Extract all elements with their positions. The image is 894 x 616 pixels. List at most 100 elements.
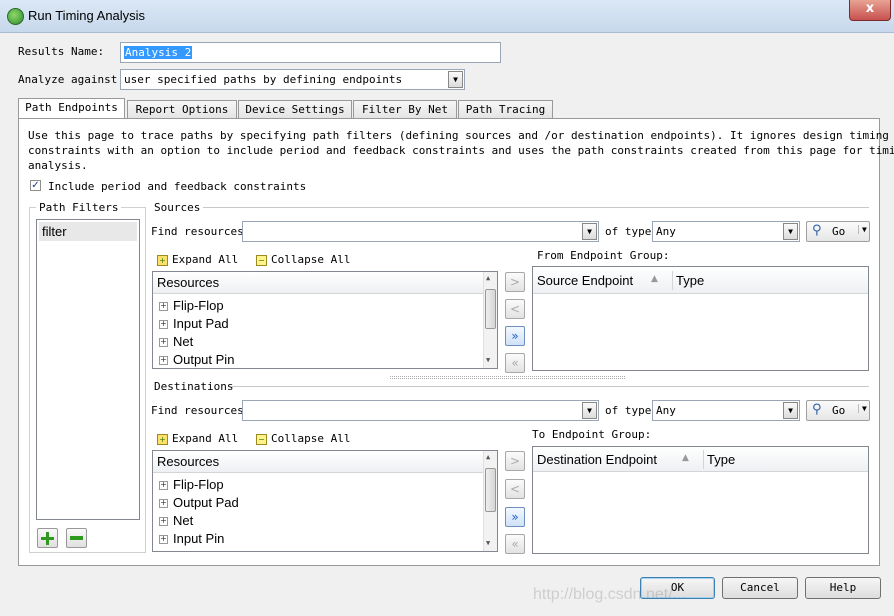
path-filters-list[interactable]: filter xyxy=(36,219,140,520)
include-constraints-checkbox[interactable]: ✓ xyxy=(30,180,41,191)
expand-icon[interactable]: + xyxy=(159,338,168,348)
chevron-down-icon[interactable]: ▼ xyxy=(858,225,867,234)
from-endpoint-group-table[interactable]: Source Endpoint ▲ Type xyxy=(532,266,869,371)
results-name-field[interactable]: Analysis 2 xyxy=(120,42,501,63)
tree-row[interactable]: + Net xyxy=(153,512,193,530)
destinations-resources-tree[interactable]: Resources + Flip-Flop + Output Pad + Net + I… xyxy=(152,450,498,552)
to-endpoint-group-table[interactable]: Destination Endpoint ▲ Type xyxy=(532,446,869,554)
column-header-type[interactable]: Type xyxy=(707,452,735,467)
expand-icon[interactable]: + xyxy=(159,535,168,545)
timing-analyzer-icon xyxy=(7,8,24,25)
remove-all-button[interactable]: « xyxy=(505,353,525,373)
expand-icon[interactable]: + xyxy=(159,320,168,330)
tab-path-tracing[interactable]: Path Tracing xyxy=(458,100,553,119)
analyze-against-value: user specified paths by defining endpoin… xyxy=(124,73,403,86)
sources-go-button[interactable]: ⚲ Go ▼ xyxy=(806,221,870,242)
close-button[interactable]: x xyxy=(849,0,891,21)
chevron-down-icon[interactable]: ▼ xyxy=(858,404,867,413)
destinations-title: Destinations xyxy=(154,380,234,393)
tab-device-settings[interactable]: Device Settings xyxy=(238,100,352,119)
sources-expand-all[interactable]: + Expand All xyxy=(157,253,238,266)
to-endpoint-group-label: To Endpoint Group: xyxy=(532,428,652,441)
remove-filter-button[interactable] xyxy=(66,528,87,548)
tree-row[interactable]: + Net xyxy=(153,333,193,351)
tree-row[interactable]: + Output Pin xyxy=(153,351,234,369)
add-filter-button[interactable] xyxy=(37,528,58,548)
column-header-type[interactable]: Type xyxy=(676,273,704,288)
scrollbar[interactable]: ▲ ▼ xyxy=(483,451,497,551)
sources-find-input[interactable]: ▼ xyxy=(242,221,599,242)
destinations-go-label: Go xyxy=(832,404,846,417)
chevron-down-icon[interactable]: ▼ xyxy=(783,402,798,419)
chevron-down-icon[interactable]: ▼ xyxy=(783,223,798,240)
destinations-type-select[interactable]: Any ▼ xyxy=(652,400,800,421)
chevron-down-icon[interactable]: ▼ xyxy=(582,223,597,240)
column-header-source-endpoint[interactable]: Source Endpoint xyxy=(537,273,633,288)
path-filters-title: Path Filters xyxy=(36,201,122,214)
scroll-thumb[interactable] xyxy=(485,468,496,512)
title-bar: Run Timing Analysis x xyxy=(0,0,894,33)
sort-asc-icon: ▲ xyxy=(682,453,689,463)
expand-icon[interactable]: + xyxy=(159,356,168,366)
add-all-button[interactable]: » xyxy=(505,507,525,527)
sources-type-value: Any xyxy=(656,225,676,238)
sources-find-label: Find resources xyxy=(151,225,244,238)
scrollbar[interactable]: ▲ ▼ xyxy=(483,272,497,368)
tree-row[interactable]: + Input Pad xyxy=(153,315,229,333)
destinations-resources-header: Resources xyxy=(153,451,483,473)
scroll-down-icon[interactable]: ▼ xyxy=(486,539,490,547)
sources-title: Sources xyxy=(154,201,201,214)
sources-go-label: Go xyxy=(832,225,846,238)
add-to-group-button[interactable]: > xyxy=(505,451,525,471)
tab-filter-by-net[interactable]: Filter By Net xyxy=(353,100,457,119)
scroll-up-icon[interactable]: ▲ xyxy=(486,274,490,282)
search-icon: ⚲ xyxy=(812,223,822,238)
tree-row[interactable]: + Output Pad xyxy=(153,494,239,512)
chevron-down-icon[interactable]: ▼ xyxy=(448,71,463,88)
sources-type-select[interactable]: Any ▼ xyxy=(652,221,800,242)
collapse-all-icon: − xyxy=(256,433,267,445)
tree-row[interactable]: + Flip-Flop xyxy=(153,297,224,315)
remove-from-group-button[interactable]: < xyxy=(505,479,525,499)
remove-all-button[interactable]: « xyxy=(505,534,525,554)
analyze-against-select[interactable]: user specified paths by defining endpoin… xyxy=(120,69,465,90)
add-all-button[interactable]: » xyxy=(505,326,525,346)
scroll-down-icon[interactable]: ▼ xyxy=(486,356,490,364)
add-to-group-button[interactable]: > xyxy=(505,272,525,292)
destinations-expand-all[interactable]: + Expand All xyxy=(157,432,238,445)
tree-row[interactable]: + Input Pin xyxy=(153,530,224,548)
splitter-handle[interactable] xyxy=(390,376,625,379)
help-button[interactable]: Help xyxy=(805,577,881,599)
include-constraints-label: Include period and feedback constraints xyxy=(48,180,307,193)
description-line-2: constraints with an option to include pe… xyxy=(28,144,894,157)
from-endpoint-group-label: From Endpoint Group: xyxy=(537,249,670,262)
results-name-value: Analysis 2 xyxy=(124,46,193,59)
destinations-collapse-all[interactable]: − Collapse All xyxy=(256,432,350,445)
list-item[interactable]: filter xyxy=(39,222,137,241)
destinations-find-input[interactable]: ▼ xyxy=(242,400,599,421)
minus-icon xyxy=(70,536,83,540)
description-line-1: Use this page to trace paths by specifyi… xyxy=(28,129,889,142)
expand-icon[interactable]: + xyxy=(159,499,168,509)
analyze-against-label: Analyze against: xyxy=(18,73,124,86)
tree-row[interactable]: + Flip-Flop xyxy=(153,476,224,494)
destinations-go-button[interactable]: ⚲ Go ▼ xyxy=(806,400,870,421)
expand-icon[interactable]: + xyxy=(159,481,168,491)
chevron-down-icon[interactable]: ▼ xyxy=(582,402,597,419)
tab-path-endpoints[interactable]: Path Endpoints xyxy=(18,98,125,120)
sources-collapse-all[interactable]: − Collapse All xyxy=(256,253,350,266)
destinations-of-type-label: of type xyxy=(605,404,652,417)
column-header-destination-endpoint[interactable]: Destination Endpoint xyxy=(537,452,657,467)
sources-divider xyxy=(203,207,869,208)
collapse-all-icon: − xyxy=(256,254,267,266)
expand-icon[interactable]: + xyxy=(159,302,168,312)
remove-from-group-button[interactable]: < xyxy=(505,299,525,319)
sort-asc-icon: ▲ xyxy=(651,274,658,284)
tab-report-options[interactable]: Report Options xyxy=(127,100,237,119)
sources-resources-tree[interactable]: Resources + Flip-Flop + Input Pad + Net + Ou… xyxy=(152,271,498,369)
scroll-up-icon[interactable]: ▲ xyxy=(486,453,490,461)
expand-icon[interactable]: + xyxy=(159,517,168,527)
scroll-thumb[interactable] xyxy=(485,289,496,329)
cancel-button[interactable]: Cancel xyxy=(722,577,798,599)
description-line-3: analysis. xyxy=(28,159,88,172)
